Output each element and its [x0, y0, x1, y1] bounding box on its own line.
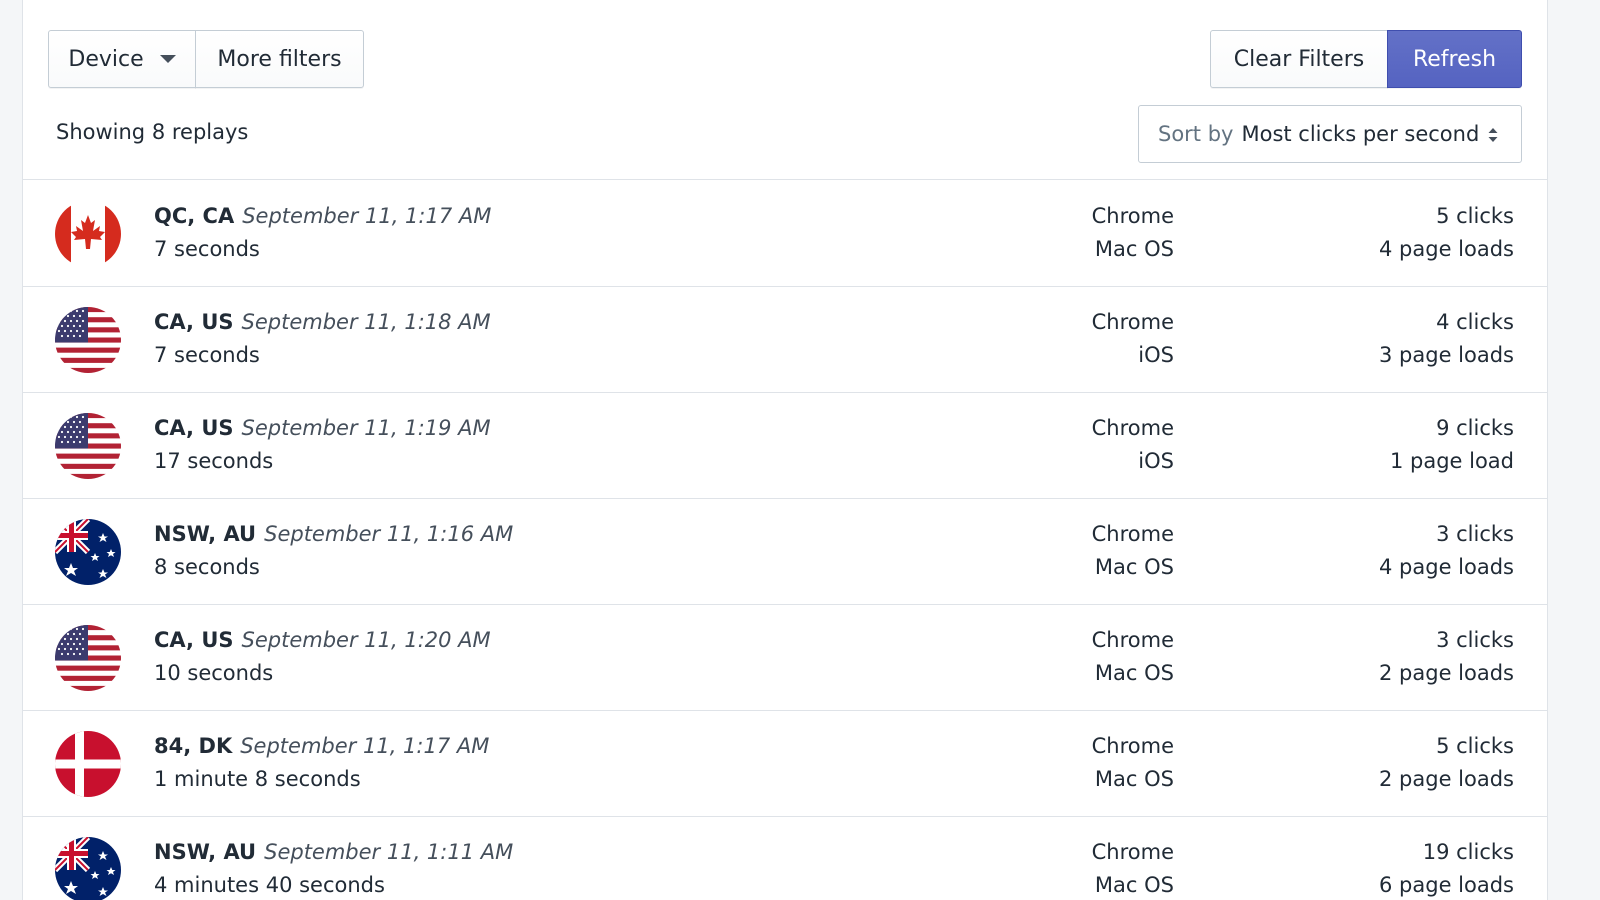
- replay-row[interactable]: 84, DK September 11, 1:17 AM 1 minute 8 s…: [23, 711, 1547, 817]
- replay-duration: 7 seconds: [154, 343, 260, 367]
- replay-page-loads: 4 page loads: [1379, 555, 1514, 579]
- clear-filters-label: Clear Filters: [1233, 46, 1365, 72]
- replay-row[interactable]: CA, US September 11, 1:20 AM 10 seconds C…: [23, 605, 1547, 711]
- results-count: Showing 8 replays: [56, 120, 249, 144]
- refresh-button[interactable]: Refresh: [1387, 30, 1522, 88]
- australia-flag-icon: [55, 837, 121, 900]
- replay-page-loads: 4 page loads: [1379, 237, 1514, 261]
- sort-select[interactable]: Sort by Most clicks per second: [1138, 105, 1522, 163]
- replay-list: QC, CA September 11, 1:17 AM 7 seconds Ch…: [23, 181, 1547, 900]
- more-filters-label: More filters: [217, 46, 342, 72]
- replay-clicks: 3 clicks: [1436, 628, 1514, 652]
- replay-browser: Chrome: [1091, 840, 1174, 864]
- replay-clicks: 19 clicks: [1422, 840, 1514, 864]
- replay-browser: Chrome: [1091, 628, 1174, 652]
- replay-browser: Chrome: [1091, 416, 1174, 440]
- sort-value: Most clicks per second: [1241, 122, 1480, 146]
- replay-os: Mac OS: [1094, 661, 1174, 685]
- replay-region: NSW, AU: [154, 522, 257, 546]
- replay-clicks: 5 clicks: [1436, 204, 1514, 228]
- replay-os: iOS: [1138, 449, 1174, 473]
- filters-toolbar: Device More filters Clear Filters Refres…: [23, 0, 1547, 180]
- replay-os: Mac OS: [1094, 237, 1174, 261]
- replay-clicks: 9 clicks: [1436, 416, 1514, 440]
- replay-location: NSW, AU September 11, 1:11 AM: [154, 840, 513, 864]
- device-filter-button[interactable]: Device: [48, 30, 196, 88]
- sort-label: Sort by: [1158, 122, 1234, 146]
- replay-row[interactable]: CA, US September 11, 1:19 AM 17 seconds C…: [23, 393, 1547, 499]
- replay-region: CA, US: [154, 628, 234, 652]
- usa-flag-icon: [55, 307, 121, 373]
- replay-location: QC, CA September 11, 1:17 AM: [154, 204, 491, 228]
- replay-date: September 11, 1:18 AM: [241, 310, 491, 334]
- australia-flag-icon: [55, 519, 121, 585]
- replay-row[interactable]: NSW, AU September 11, 1:11 AM 4 minutes 4…: [23, 817, 1547, 900]
- replay-region: CA, US: [154, 310, 234, 334]
- more-filters-button[interactable]: More filters: [195, 30, 364, 88]
- replay-page-loads: 6 page loads: [1379, 873, 1514, 897]
- replay-os: Mac OS: [1094, 767, 1174, 791]
- replay-location: CA, US September 11, 1:20 AM: [154, 628, 491, 652]
- usa-flag-icon: [55, 413, 121, 479]
- replay-date: September 11, 1:20 AM: [241, 628, 491, 652]
- device-filter-label: Device: [68, 46, 144, 72]
- replay-location: CA, US September 11, 1:19 AM: [154, 416, 491, 440]
- replay-duration: 7 seconds: [154, 237, 260, 261]
- replay-row[interactable]: CA, US September 11, 1:18 AM 7 seconds Ch…: [23, 287, 1547, 393]
- replay-duration: 8 seconds: [154, 555, 260, 579]
- replay-clicks: 3 clicks: [1436, 522, 1514, 546]
- replay-location: NSW, AU September 11, 1:16 AM: [154, 522, 513, 546]
- replay-page-loads: 2 page loads: [1379, 767, 1514, 791]
- replay-os: Mac OS: [1094, 873, 1174, 897]
- replays-card: Device More filters Clear Filters Refres…: [22, 0, 1548, 900]
- caret-down-icon: [159, 55, 176, 63]
- replay-region: CA, US: [154, 416, 234, 440]
- replay-browser: Chrome: [1091, 522, 1174, 546]
- replay-clicks: 5 clicks: [1436, 734, 1514, 758]
- replay-page-loads: 2 page loads: [1379, 661, 1514, 685]
- replay-region: NSW, AU: [154, 840, 257, 864]
- replay-row[interactable]: QC, CA September 11, 1:17 AM 7 seconds Ch…: [23, 181, 1547, 287]
- clear-filters-button[interactable]: Clear Filters: [1210, 30, 1388, 88]
- replay-duration: 17 seconds: [154, 449, 274, 473]
- replay-duration: 10 seconds: [154, 661, 274, 685]
- canada-flag-icon: [55, 201, 121, 267]
- replay-os: iOS: [1138, 343, 1174, 367]
- replay-date: September 11, 1:17 AM: [240, 734, 490, 758]
- replay-browser: Chrome: [1091, 310, 1174, 334]
- replay-page-loads: 3 page loads: [1379, 343, 1514, 367]
- replay-date: September 11, 1:11 AM: [264, 840, 514, 864]
- replay-row[interactable]: NSW, AU September 11, 1:16 AM 8 seconds C…: [23, 499, 1547, 605]
- replay-duration: 1 minute 8 seconds: [154, 767, 361, 791]
- replay-location: 84, DK September 11, 1:17 AM: [154, 734, 489, 758]
- replay-date: September 11, 1:16 AM: [264, 522, 514, 546]
- replay-date: September 11, 1:19 AM: [241, 416, 491, 440]
- replay-browser: Chrome: [1091, 204, 1174, 228]
- refresh-label: Refresh: [1412, 46, 1497, 72]
- usa-flag-icon: [55, 625, 121, 691]
- replay-os: Mac OS: [1094, 555, 1174, 579]
- replay-duration: 4 minutes 40 seconds: [154, 873, 385, 897]
- replay-page-loads: 1 page load: [1389, 449, 1514, 473]
- replay-region: 84, DK: [154, 734, 233, 758]
- replay-region: QC, CA: [154, 204, 235, 228]
- denmark-flag-icon: [55, 731, 121, 797]
- select-arrows-icon: [1488, 128, 1498, 142]
- replay-date: September 11, 1:17 AM: [242, 204, 492, 228]
- replay-clicks: 4 clicks: [1436, 310, 1514, 334]
- replay-browser: Chrome: [1091, 734, 1174, 758]
- replay-location: CA, US September 11, 1:18 AM: [154, 310, 491, 334]
